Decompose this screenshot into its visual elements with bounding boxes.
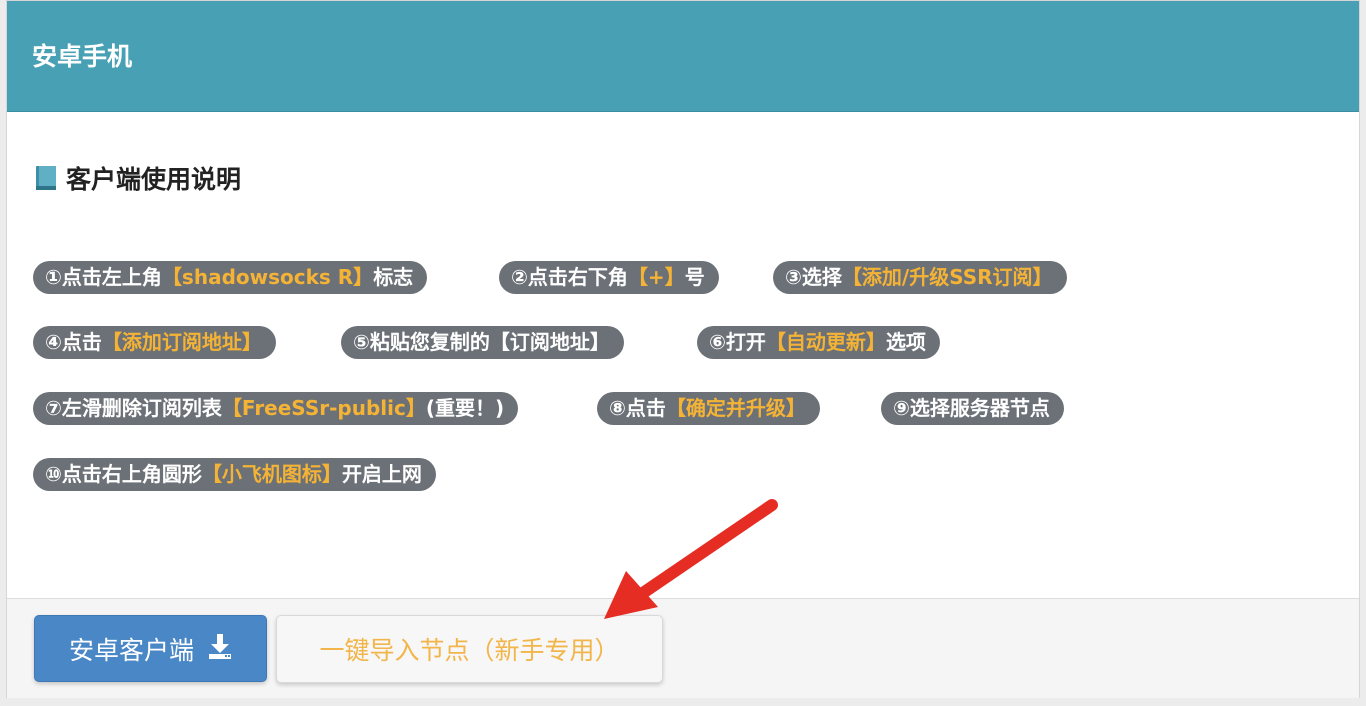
step-10-suffix: 开启上网 <box>341 462 422 486</box>
step-2-suffix: 号 <box>684 265 705 289</box>
book-icon <box>34 164 58 192</box>
step-2-prefix: ②点击右下角 <box>511 265 628 289</box>
step-7-prefix: ⑦左滑删除订阅列表 <box>45 396 222 420</box>
step-4-prefix: ④点击 <box>45 330 102 354</box>
step-4-highlight: 【添加订阅地址】 <box>101 330 262 354</box>
panel-header: 安卓手机 <box>7 1 1359 112</box>
step-2-highlight: 【+】 <box>627 265 685 289</box>
step-3-highlight: 【添加/升级SSR订阅】 <box>841 265 1053 289</box>
step-tag-7: ⑦左滑删除订阅列表【FreeSSr-public】(重要！) <box>33 392 519 425</box>
step-1-suffix: 标志 <box>373 265 414 289</box>
step-tag-9: ⑨选择服务器节点 <box>881 392 1064 425</box>
android-client-download-button[interactable]: 安卓客户端 <box>34 615 267 682</box>
step-6-suffix: 选项 <box>885 330 926 354</box>
red-arrow-annotation <box>600 495 790 629</box>
section-title: 客户端使用说明 <box>66 165 242 194</box>
step-8-highlight: 【确定并升级】 <box>665 396 806 420</box>
step-tag-6: ⑥打开【自动更新】选项 <box>697 326 940 359</box>
section-heading: 客户端使用说明 <box>34 160 241 196</box>
download-button-label: 安卓客户端 <box>68 635 194 665</box>
step-8-prefix: ⑧点击 <box>609 396 666 420</box>
step-3-prefix: ③选择 <box>785 265 842 289</box>
step-10-highlight: 【小飞机图标】 <box>201 462 342 486</box>
step-tag-1: ①点击左上角【shadowsocks R】标志 <box>33 261 428 294</box>
step-1-prefix: ①点击左上角 <box>45 265 162 289</box>
step-tag-8: ⑧点击【确定并升级】 <box>597 392 820 425</box>
step-9-prefix: ⑨选择服务器节点 <box>893 396 1050 420</box>
step-1-highlight: 【shadowsocks R】 <box>161 265 374 289</box>
step-5-prefix: ⑤粘贴您复制的【订阅地址】 <box>353 330 610 354</box>
step-6-highlight: 【自动更新】 <box>765 330 886 354</box>
download-icon <box>208 633 232 665</box>
step-tag-5: ⑤粘贴您复制的【订阅地址】 <box>341 326 624 359</box>
step-10-prefix: ⑩点击右上角圆形 <box>45 462 202 486</box>
step-tag-4: ④点击【添加订阅地址】 <box>33 326 276 359</box>
panel-title: 安卓手机 <box>32 42 133 71</box>
step-6-prefix: ⑥打开 <box>709 330 766 354</box>
import-button-label: 一键导入节点（新手专用） <box>319 636 620 665</box>
step-7-highlight: 【FreeSSr-public】 <box>221 396 426 420</box>
step-tag-2: ②点击右下角【+】号 <box>499 261 719 294</box>
step-tag-3: ③选择【添加/升级SSR订阅】 <box>773 261 1067 294</box>
step-7-suffix: (重要！) <box>425 396 505 420</box>
step-tag-10: ⑩点击右上角圆形【小飞机图标】开启上网 <box>33 458 436 491</box>
